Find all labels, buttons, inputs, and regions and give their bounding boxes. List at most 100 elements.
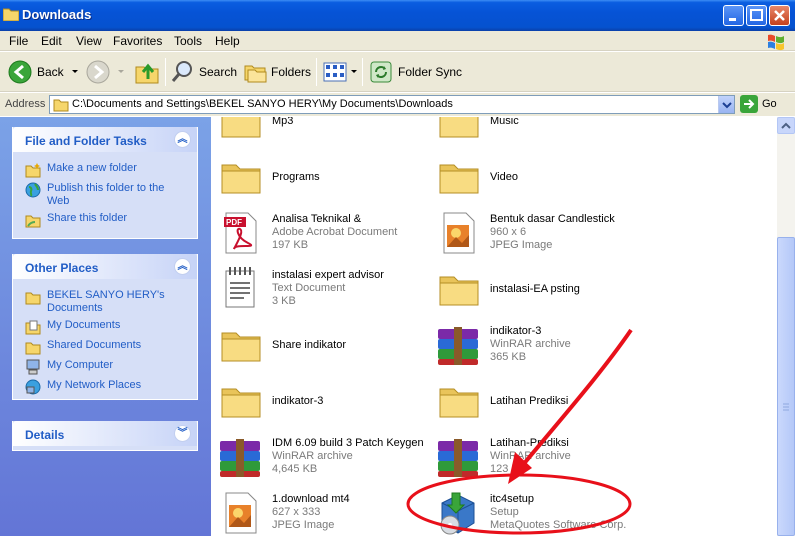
panel-title: Details	[25, 428, 65, 442]
globe-icon	[25, 182, 41, 198]
expand-icon[interactable]: ︾	[174, 425, 191, 442]
file-size: JPEG Image	[490, 239, 553, 251]
place-my-documents[interactable]: My Documents	[25, 319, 120, 335]
address-dropdown[interactable]	[718, 96, 734, 113]
file-size: 365 KB	[490, 351, 527, 363]
address-label: Address	[5, 98, 46, 110]
file-item-analisa-teknikal[interactable]: PDF Analisa Teknikal & Adobe Acrobat Docum…	[216, 209, 436, 259]
search-label: Search	[199, 65, 238, 79]
folder-icon	[216, 321, 264, 369]
folder-sync-icon	[370, 61, 392, 83]
file-item-bentuk-dasar-candlestick[interactable]: Bentuk dasar Candlestick 960 x 6 JPEG Imag…	[434, 209, 654, 259]
close-button[interactable]	[769, 5, 790, 26]
file-name: Analisa Teknikal &	[272, 213, 362, 225]
file-size: 197 KB	[272, 239, 309, 251]
menu-help[interactable]: Help	[215, 34, 240, 48]
file-item-instalasi-ea-psting[interactable]: instalasi-EA psting	[434, 265, 654, 315]
panel-header[interactable]: File and Folder Tasks ︽	[13, 127, 197, 152]
menu-favorites[interactable]: Favorites	[113, 34, 162, 48]
file-item-itc4setup[interactable]: itc4setup Setup MetaQuotes Software Corp.	[434, 489, 654, 536]
file-name: instalasi expert advisor	[272, 269, 384, 281]
scroll-up-button[interactable]	[777, 117, 795, 134]
file-item-music[interactable]: Music	[434, 117, 654, 147]
shared-folder-icon	[25, 342, 41, 355]
menu-edit[interactable]: Edit	[41, 34, 62, 48]
panel-title: File and Folder Tasks	[25, 134, 147, 148]
file-item-mp3[interactable]: Mp3	[216, 117, 436, 147]
back-label: Back	[37, 65, 64, 79]
file-list: Mp3 Music Programs Video PDF Analisa Teknikal…	[211, 117, 777, 536]
views-grid-icon	[323, 62, 347, 82]
minimize-icon	[729, 18, 736, 21]
file-item-latihan-prediksi[interactable]: Latihan-Prediksi WinRAR archive 123 KB	[434, 433, 654, 483]
file-item-latihan-prediksi[interactable]: Latihan Prediksi	[434, 377, 654, 427]
minimize-button[interactable]	[723, 5, 744, 26]
search-icon	[171, 61, 192, 82]
jpeg-icon	[434, 209, 482, 257]
place-shared-documents[interactable]: Shared Documents	[25, 339, 141, 355]
file-name: Music	[490, 117, 519, 127]
search-button[interactable]: Search	[171, 57, 237, 87]
new-folder-icon	[25, 163, 41, 178]
back-button[interactable]: Back	[8, 57, 82, 87]
collapse-icon[interactable]: ︽	[174, 131, 191, 148]
file-item-1-download-mt4[interactable]: 1.download mt4 627 x 333 JPEG Image	[216, 489, 436, 536]
menu-bar: File Edit View Favorites Tools Help	[0, 31, 795, 51]
file-name: Video	[490, 171, 518, 183]
task-pane: File and Folder Tasks ︽ Make a new folde…	[0, 117, 211, 536]
title-bar[interactable]: Downloads	[0, 0, 795, 31]
panel-header[interactable]: Other Places ︽	[13, 254, 197, 279]
folder-icon	[216, 117, 264, 145]
place-network[interactable]: My Network Places	[25, 379, 141, 395]
address-path: C:\Documents and Settings\BEKEL SANYO HE…	[72, 98, 453, 110]
place-user-documents[interactable]: BEKEL SANYO HERY's Documents	[25, 289, 175, 315]
file-item-indikator-3[interactable]: indikator-3	[216, 377, 436, 427]
file-type: 627 x 333	[272, 506, 321, 518]
other-places-panel: Other Places ︽ BEKEL SANYO HERY's Docume…	[12, 254, 198, 400]
file-item-instalasi-expert-advisor[interactable]: instalasi expert advisor Text Document 3 K…	[216, 265, 436, 315]
folder-sync-button[interactable]: Folder Sync	[369, 57, 462, 87]
chevron-down-icon[interactable]	[114, 67, 128, 77]
file-name: Share indikator	[272, 339, 346, 351]
folders-label: Folders	[271, 65, 312, 79]
file-name: Latihan-Prediksi	[490, 437, 569, 449]
my-documents-icon	[25, 320, 41, 335]
file-item-indikator-3[interactable]: indikator-3 WinRAR archive 365 KB	[434, 321, 654, 371]
file-item-video[interactable]: Video	[434, 153, 654, 203]
details-panel: Details ︾	[12, 421, 198, 451]
folders-button[interactable]: Folders	[243, 57, 311, 87]
go-label: Go	[762, 98, 777, 110]
address-input[interactable]: C:\Documents and Settings\BEKEL SANYO HE…	[49, 95, 735, 114]
file-size: 123 KB	[490, 463, 527, 475]
menu-file[interactable]: File	[9, 34, 28, 48]
menu-view[interactable]: View	[76, 34, 102, 48]
file-item-share-indikator[interactable]: Share indikator	[216, 321, 436, 371]
collapse-icon[interactable]: ︽	[174, 258, 191, 275]
maximize-button[interactable]	[746, 5, 767, 26]
file-item-idm-6-09-build-3-patch-keygen[interactable]: IDM 6.09 build 3 Patch Keygen WinRAR arch…	[216, 433, 436, 483]
panel-header[interactable]: Details ︾	[13, 421, 197, 446]
scroll-thumb[interactable]	[777, 237, 795, 536]
views-button[interactable]	[323, 57, 359, 87]
file-type: 960 x 6	[490, 226, 527, 238]
file-type: WinRAR archive	[490, 450, 571, 462]
file-type: Setup	[490, 506, 519, 518]
file-name: indikator-3	[490, 325, 542, 337]
publish-folder-link[interactable]: Publish this folder to the Web	[25, 182, 175, 208]
go-button[interactable]: Go	[740, 95, 777, 113]
share-folder-link[interactable]: Share this folder	[25, 212, 127, 228]
chevron-down-icon[interactable]	[68, 67, 82, 77]
vertical-scrollbar[interactable]	[777, 117, 795, 536]
make-new-folder-link[interactable]: Make a new folder	[25, 162, 137, 178]
file-item-programs[interactable]: Programs	[216, 153, 436, 203]
up-folder-button[interactable]	[134, 57, 160, 87]
file-size: 3 KB	[272, 295, 296, 307]
file-size: 4,645 KB	[272, 463, 318, 475]
up-folder-icon	[135, 63, 159, 84]
jpeg-icon	[216, 489, 264, 536]
menu-tools[interactable]: Tools	[174, 34, 202, 48]
folder-icon	[434, 153, 482, 201]
folder-icon	[216, 377, 264, 425]
forward-button[interactable]	[86, 57, 128, 87]
place-my-computer[interactable]: My Computer	[25, 359, 113, 375]
